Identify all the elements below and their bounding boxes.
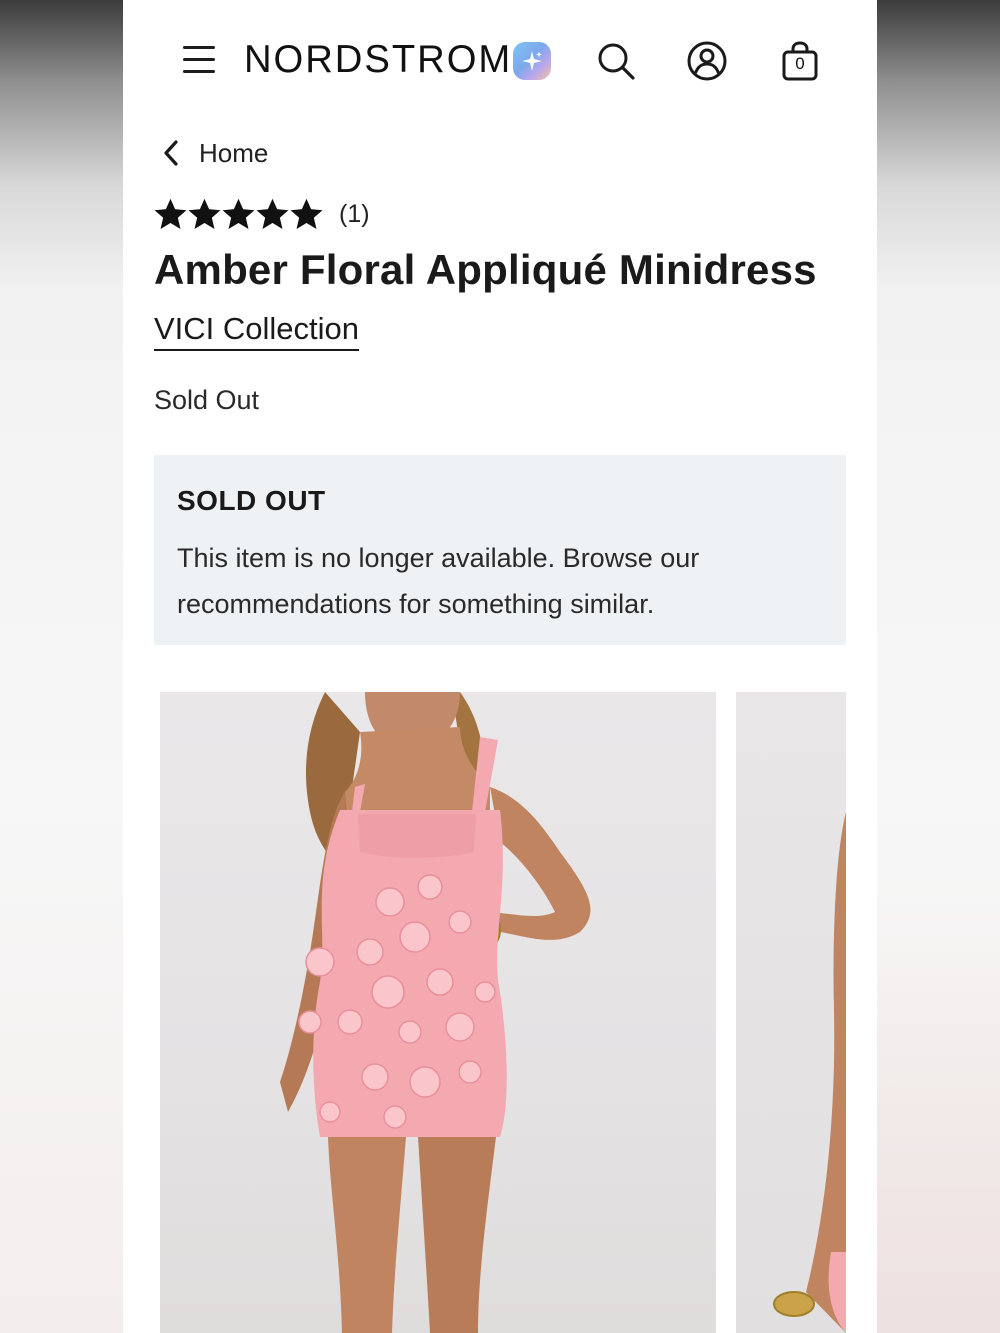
sparkle-ai-icon[interactable] (513, 42, 551, 80)
background-right (877, 0, 1000, 1333)
price-status: Sold Out (154, 385, 260, 415)
chevron-left-icon (164, 140, 178, 166)
rating-stars (154, 198, 324, 231)
search-icon[interactable] (595, 40, 637, 82)
page-content: NORDSTROM 0 Home (1) Amber Floral Appliq… (123, 0, 877, 1333)
product-title: Amber Floral Appliqué Minidress (154, 246, 817, 293)
star-icon (188, 198, 221, 229)
nordstrom-logo[interactable]: NORDSTROM (244, 38, 512, 82)
product-photo-front[interactable] (160, 692, 716, 1333)
review-count: (1) (339, 200, 370, 228)
notice-body: This item is no longer available. Browse… (177, 543, 700, 619)
product-rating[interactable]: (1) (154, 198, 370, 231)
site-header: NORDSTROM 0 (123, 0, 877, 120)
star-icon (290, 198, 323, 229)
star-icon (256, 198, 289, 229)
hamburger-menu-icon[interactable] (181, 42, 217, 78)
background-left (0, 0, 123, 1333)
product-image-gallery[interactable] (154, 688, 846, 1333)
brand-link[interactable]: VICI Collection (154, 311, 360, 351)
shopping-bag-icon[interactable]: 0 (779, 40, 821, 82)
breadcrumb[interactable]: Home (161, 135, 268, 171)
notice-title: SOLD OUT (177, 485, 326, 516)
bag-count: 0 (795, 54, 805, 73)
sold-out-notice: SOLD OUT This item is no longer availabl… (154, 455, 846, 645)
star-icon (222, 198, 255, 229)
breadcrumb-label: Home (199, 137, 269, 168)
account-icon[interactable] (686, 40, 728, 82)
star-icon (154, 198, 187, 229)
product-photo-side[interactable] (736, 692, 846, 1333)
